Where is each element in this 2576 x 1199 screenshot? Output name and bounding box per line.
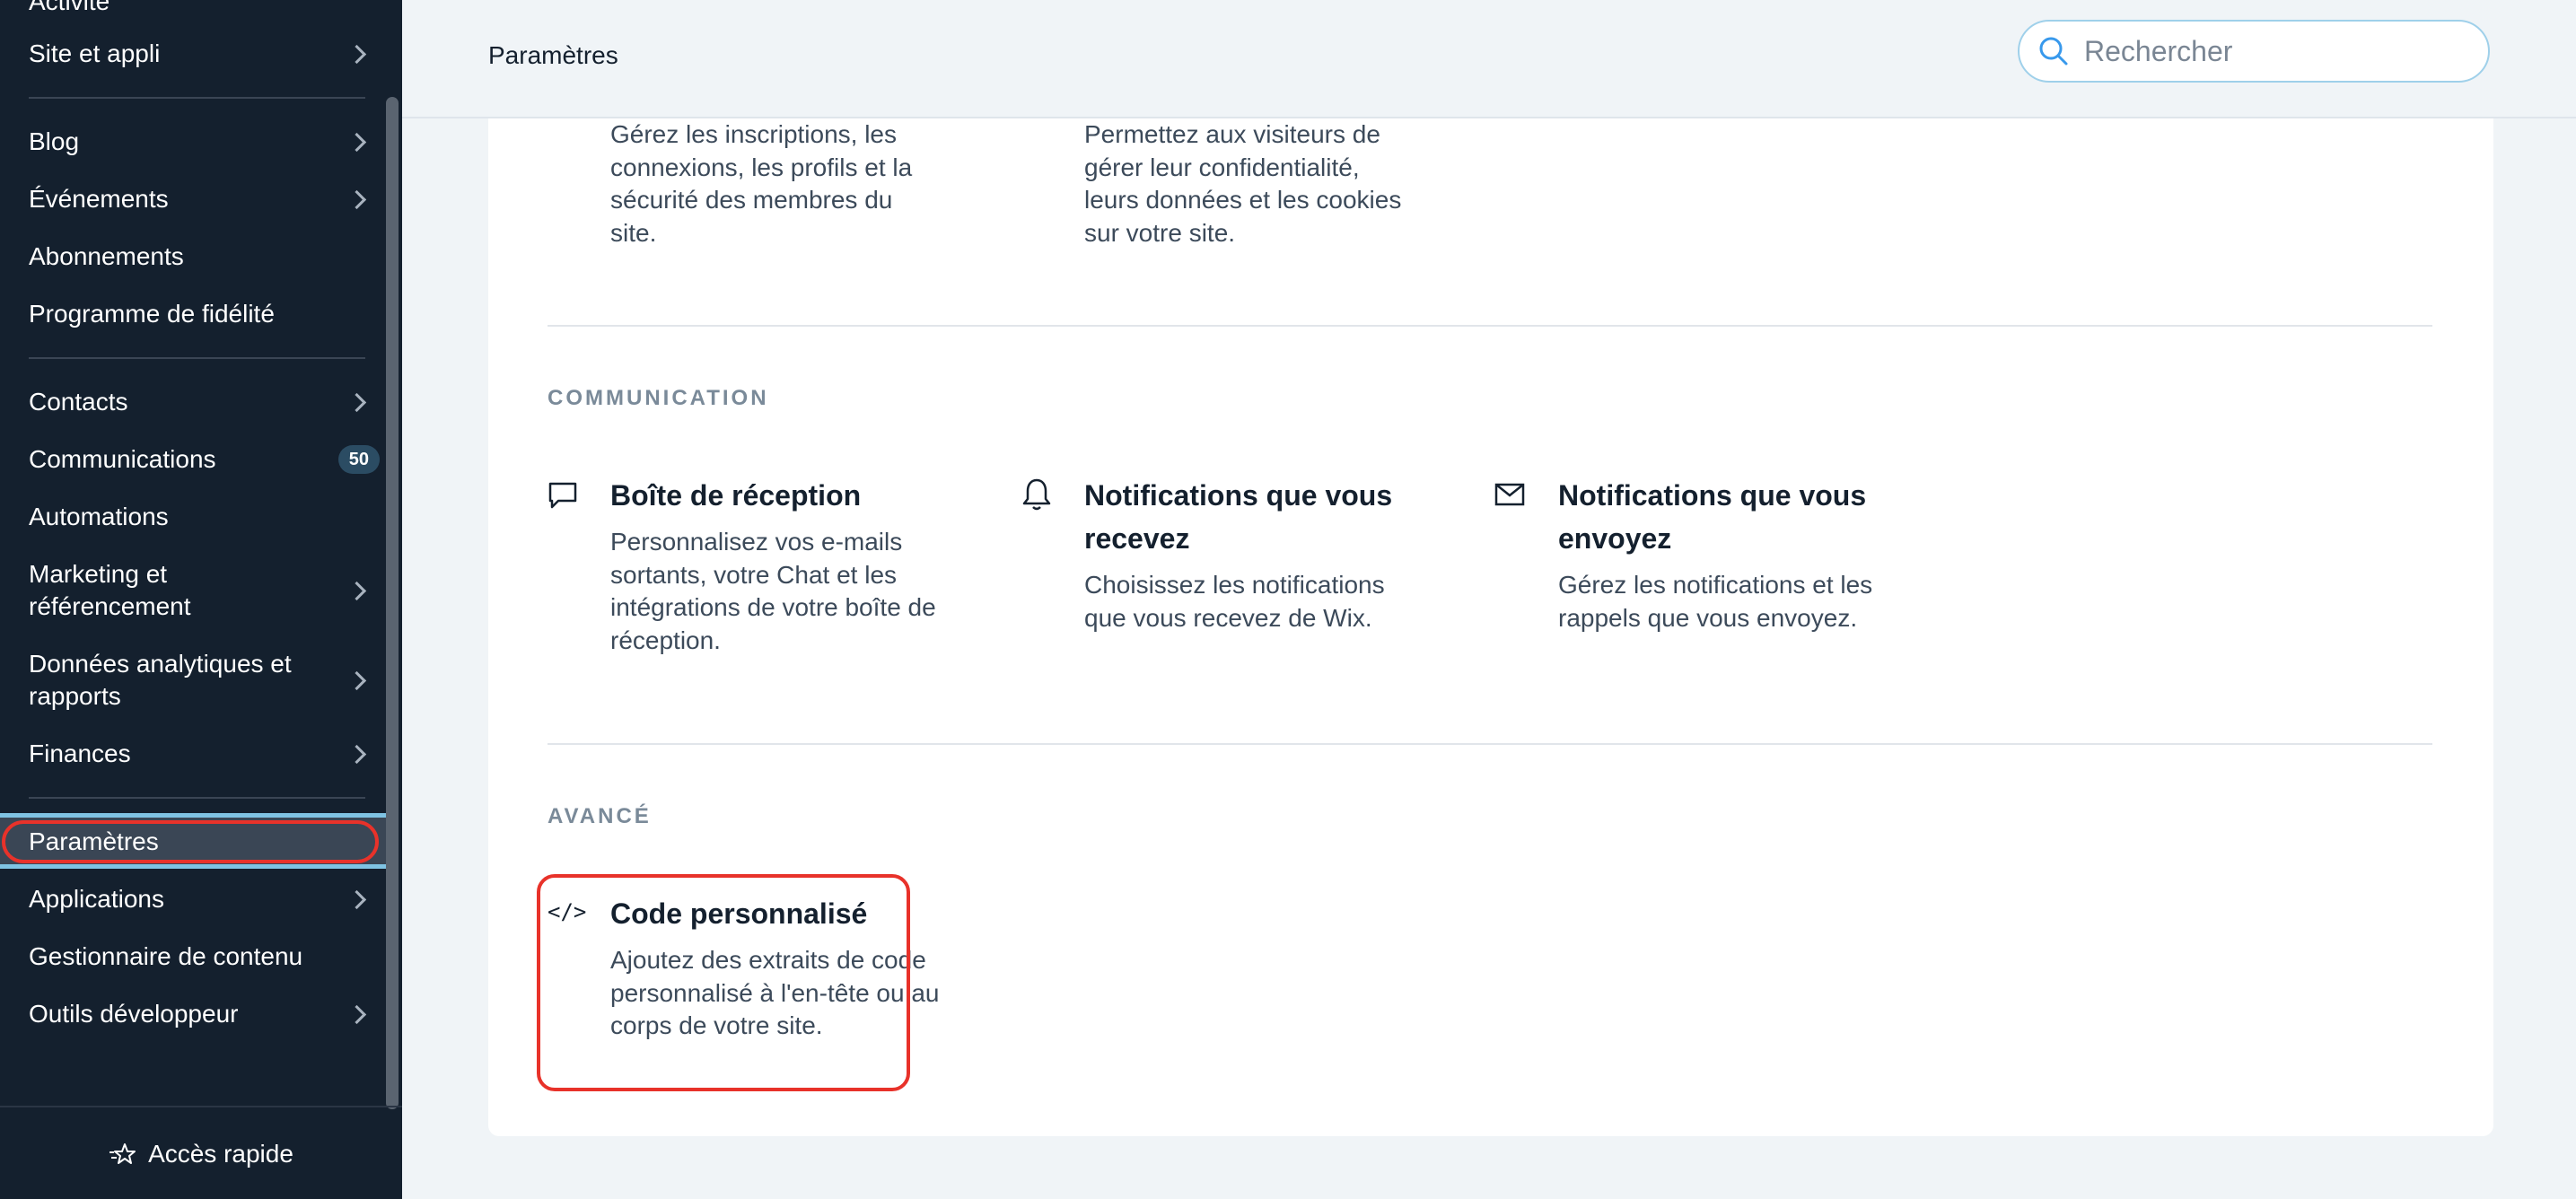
search-icon <box>2039 37 2068 66</box>
section-divider <box>548 325 2432 327</box>
sidebar-item-marketing[interactable]: Marketing et référencement <box>29 558 374 623</box>
chevron-right-icon <box>346 889 367 909</box>
sidebar-item-label: Activité <box>29 0 110 15</box>
sidebar-item-communications[interactable]: Communications 50 <box>29 443 380 476</box>
sidebar-item-label: Paramètres <box>29 827 159 855</box>
sidebar-item-label: Événements <box>29 185 169 213</box>
sidebar-divider <box>0 1106 402 1107</box>
chevron-right-icon <box>346 132 367 152</box>
chevron-right-icon <box>346 1004 367 1024</box>
inbox-card-description: Personnalisez vos e-mails sortants, votr… <box>610 528 936 654</box>
quick-access-label: Accès rapide <box>148 1140 294 1168</box>
sidebar-item-blog[interactable]: Blog <box>29 126 374 158</box>
bell-icon <box>1022 478 1051 511</box>
sidebar-item-automations[interactable]: Automations <box>29 501 374 533</box>
highlight-box <box>537 874 910 1091</box>
sidebar-item-settings[interactable]: Paramètres <box>29 826 374 858</box>
section-heading-communication: COMMUNICATION <box>548 386 769 410</box>
sidebar-item-label: Blog <box>29 127 80 155</box>
notifications-sent-description: Gérez les notifications et les rappels q… <box>1558 571 1873 632</box>
sidebar: Activité Site et appli Blog Événements A… <box>0 0 402 1199</box>
sidebar-scrollbar[interactable] <box>386 97 399 1109</box>
sidebar-item-label: Outils développeur <box>29 1000 239 1028</box>
sidebar-item-events[interactable]: Événements <box>29 183 374 215</box>
notifications-sent-title[interactable]: Notifications que vous envoyez <box>1558 474 1917 560</box>
chevron-right-icon <box>346 670 367 690</box>
members-card-description[interactable]: Gérez les inscriptions, les connexions, … <box>610 118 942 249</box>
sidebar-item-label: Automations <box>29 503 169 530</box>
sidebar-item-label: Données analytiques et rapports <box>29 650 292 710</box>
chevron-right-icon <box>346 744 367 764</box>
sidebar-item-label: Programme de fidélité <box>29 300 275 328</box>
search-input[interactable] <box>2082 33 2463 69</box>
privacy-card-description[interactable]: Permettez aux visiteurs de gérer leur co… <box>1084 118 1416 249</box>
sidebar-item-label: Marketing et référencement <box>29 560 191 620</box>
sidebar-item-label: Gestionnaire de contenu <box>29 942 303 970</box>
top-header: Paramètres <box>402 0 2576 118</box>
sidebar-item-subscriptions[interactable]: Abonnements <box>29 241 374 273</box>
sidebar-item-site-app[interactable]: Site et appli <box>29 38 374 70</box>
sidebar-item-activity[interactable]: Activité <box>29 0 374 18</box>
sidebar-item-analytics[interactable]: Données analytiques et rapports <box>29 648 374 713</box>
page-title: Paramètres <box>488 41 618 69</box>
sidebar-item-dev-tools[interactable]: Outils développeur <box>29 998 374 1030</box>
inbox-card-title[interactable]: Boîte de réception <box>610 474 861 517</box>
sparkle-star-icon <box>110 1143 136 1164</box>
notifications-received-description: Choisissez les notifications que vous re… <box>1084 571 1385 632</box>
quick-access-button[interactable]: Accès rapide <box>0 1140 402 1168</box>
chevron-right-icon <box>346 44 367 64</box>
notifications-received-title[interactable]: Notifications que vous recevez <box>1084 474 1443 560</box>
chevron-right-icon <box>346 189 367 209</box>
sidebar-divider <box>29 797 365 799</box>
sidebar-divider <box>29 357 365 359</box>
sidebar-item-finances[interactable]: Finances <box>29 738 374 770</box>
section-divider <box>548 743 2432 745</box>
notification-count-badge: 50 <box>337 445 380 474</box>
section-heading-advanced: AVANCÉ <box>548 804 652 828</box>
sidebar-item-content-manager[interactable]: Gestionnaire de contenu <box>29 941 374 973</box>
sidebar-item-label: Abonnements <box>29 242 184 270</box>
search-box[interactable] <box>2018 20 2490 83</box>
sidebar-item-applications[interactable]: Applications <box>29 883 374 915</box>
envelope-icon <box>1494 483 1525 506</box>
chevron-right-icon <box>346 392 367 412</box>
sidebar-item-label: Applications <box>29 885 164 913</box>
chevron-right-icon <box>346 581 367 600</box>
chat-bubble-icon <box>548 482 577 509</box>
sidebar-item-label: Contacts <box>29 388 128 416</box>
sidebar-item-label: Finances <box>29 740 131 767</box>
sidebar-divider <box>29 97 365 99</box>
sidebar-item-label: Site et appli <box>29 39 161 67</box>
sidebar-item-label: Communications <box>29 445 216 473</box>
sidebar-item-contacts[interactable]: Contacts <box>29 386 374 418</box>
sidebar-item-loyalty[interactable]: Programme de fidélité <box>29 298 374 330</box>
